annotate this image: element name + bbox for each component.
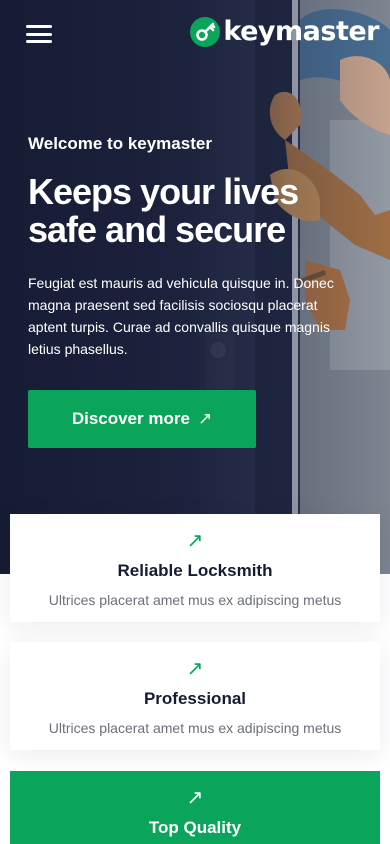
feature-title: Professional xyxy=(143,689,247,708)
logo-text: keymaster xyxy=(223,16,379,47)
arrow-up-right-icon: ↗ xyxy=(186,530,204,552)
hero-section: keymaster Welcome to keymaster Keeps you… xyxy=(0,0,390,574)
feature-card-reliable-locksmith[interactable]: ↗ Reliable Locksmith Ultrices placerat a… xyxy=(10,514,380,622)
hero-headline: Keeps your lives safe and secure xyxy=(28,171,299,250)
discover-more-button[interactable]: Discover more ↗ xyxy=(28,390,256,448)
hamburger-menu-icon[interactable] xyxy=(26,25,52,43)
feature-title: Reliable Locksmith xyxy=(117,561,273,580)
cta-label: Discover more xyxy=(71,409,190,428)
feature-card-top-quality[interactable]: ↗ Top Quality xyxy=(10,771,380,844)
feature-description: Ultrices placerat amet mus ex adipiscing… xyxy=(48,592,342,608)
feature-card-professional[interactable]: ↗ Professional Ultrices placerat amet mu… xyxy=(10,642,380,750)
hero-eyebrow: Welcome to keymaster xyxy=(28,134,212,153)
key-logo-icon xyxy=(190,16,221,47)
feature-description: Ultrices placerat amet mus ex adipiscing… xyxy=(48,720,342,736)
logo[interactable]: keymaster xyxy=(190,16,379,47)
arrow-up-right-icon: ↗ xyxy=(186,658,204,680)
arrow-up-right-icon: ↗ xyxy=(197,409,213,428)
hero-description: Feugiat est mauris ad vehicula quisque i… xyxy=(28,275,334,357)
arrow-up-right-icon: ↗ xyxy=(186,787,204,809)
feature-title: Top Quality xyxy=(148,818,242,837)
